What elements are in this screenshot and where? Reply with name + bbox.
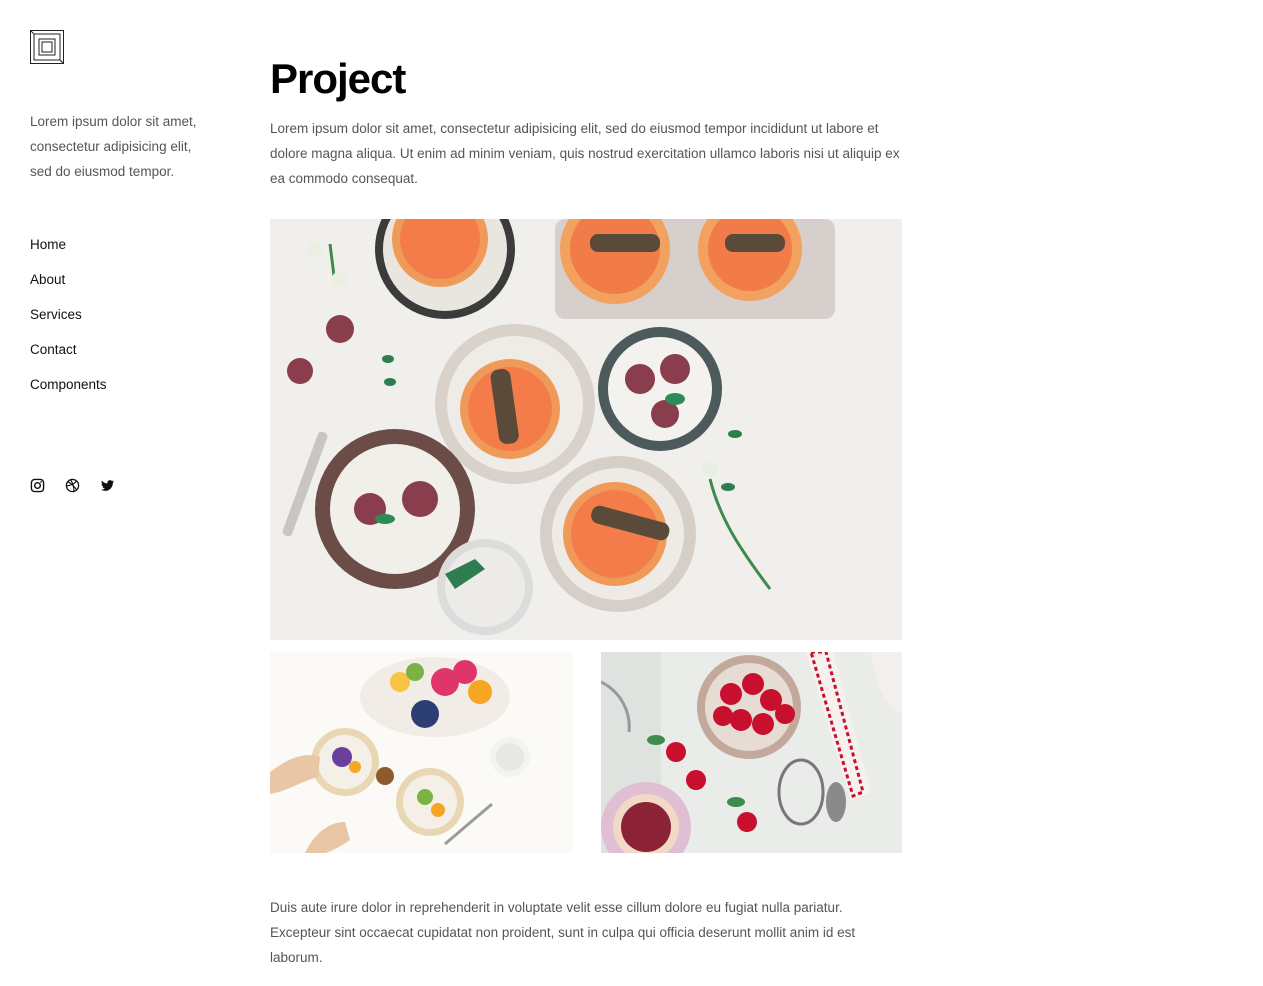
nav-item-about[interactable]: About <box>30 269 65 291</box>
nav-item-services[interactable]: Services <box>30 304 82 326</box>
main-navigation: Home About Services Contact Components <box>30 234 220 409</box>
page-title: Project <box>270 55 406 102</box>
nav-item-components[interactable]: Components <box>30 374 107 396</box>
sidebar: Lorem ipsum dolor sit amet, consectetur … <box>30 30 220 493</box>
nav-item-contact[interactable]: Contact <box>30 339 77 361</box>
dribbble-icon[interactable] <box>65 478 80 493</box>
twitter-icon[interactable] <box>100 478 115 493</box>
cherries-image <box>601 652 902 853</box>
intro-paragraph: Lorem ipsum dolor sit amet, consectetur … <box>270 121 900 186</box>
social-links <box>30 478 115 493</box>
hero-food-image <box>270 219 902 640</box>
square-frame-logo-icon[interactable] <box>30 30 64 64</box>
nav-item-home[interactable]: Home <box>30 234 66 256</box>
sidebar-description: Lorem ipsum dolor sit amet, consectetur … <box>30 114 197 179</box>
project-content: Project Lorem ipsum dolor sit amet, cons… <box>270 52 902 191</box>
outro-paragraph: Duis aute irure dolor in reprehenderit i… <box>270 900 856 965</box>
instagram-icon[interactable] <box>30 478 45 493</box>
fruit-platter-image <box>270 652 573 853</box>
